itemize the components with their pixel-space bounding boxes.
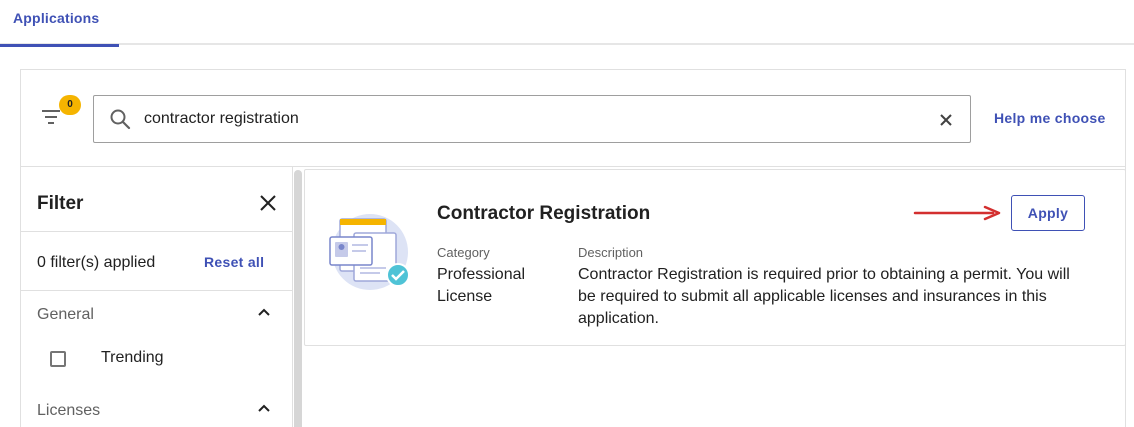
application-illustration-icon (329, 214, 410, 290)
filters-applied-text: 0 filter(s) applied (37, 254, 156, 271)
reset-all-button[interactable]: Reset all (204, 254, 264, 270)
divider (21, 231, 292, 232)
section-label-licenses: Licenses (37, 402, 101, 419)
tab-bar: Applications (0, 0, 1134, 47)
category-value: Professional License (437, 266, 526, 305)
description-label: Description (578, 245, 644, 260)
category-label: Category (437, 245, 490, 260)
filter-panel: Filter 0 filter(s) applied Reset all Gen… (21, 167, 293, 427)
search-toolbar: 0 Help me choose (21, 70, 1125, 167)
description-value: Contractor Registration is required prio… (578, 266, 1070, 327)
arrow-annotation-icon (913, 205, 1001, 221)
result-card: Contractor Registration Apply Category D… (304, 169, 1126, 346)
tab-active-indicator (0, 44, 119, 47)
divider (21, 290, 292, 291)
search-input[interactable] (144, 106, 924, 132)
result-title: Contractor Registration (437, 203, 651, 224)
filter-count-badge: 0 (59, 95, 81, 115)
apply-button[interactable]: Apply (1011, 195, 1085, 231)
filter-panel-scrollbar[interactable] (294, 170, 302, 427)
checkbox-label-trending: Trending (101, 349, 164, 366)
applications-card: 0 Help me choose Filter 0 filter(s) appl… (20, 69, 1126, 427)
search-box (93, 95, 971, 143)
chevron-up-icon[interactable] (254, 302, 274, 322)
clear-search-icon[interactable] (935, 109, 957, 131)
close-icon[interactable] (257, 192, 279, 214)
tab-label: Applications (13, 10, 100, 26)
trending-checkbox[interactable] (50, 351, 66, 367)
tab-applications[interactable]: Applications (0, 0, 120, 47)
help-me-choose-link[interactable]: Help me choose (994, 110, 1106, 126)
search-icon (110, 109, 131, 130)
filter-panel-title: Filter (37, 193, 84, 214)
chevron-up-icon[interactable] (254, 398, 274, 418)
section-label-general: General (37, 306, 94, 323)
